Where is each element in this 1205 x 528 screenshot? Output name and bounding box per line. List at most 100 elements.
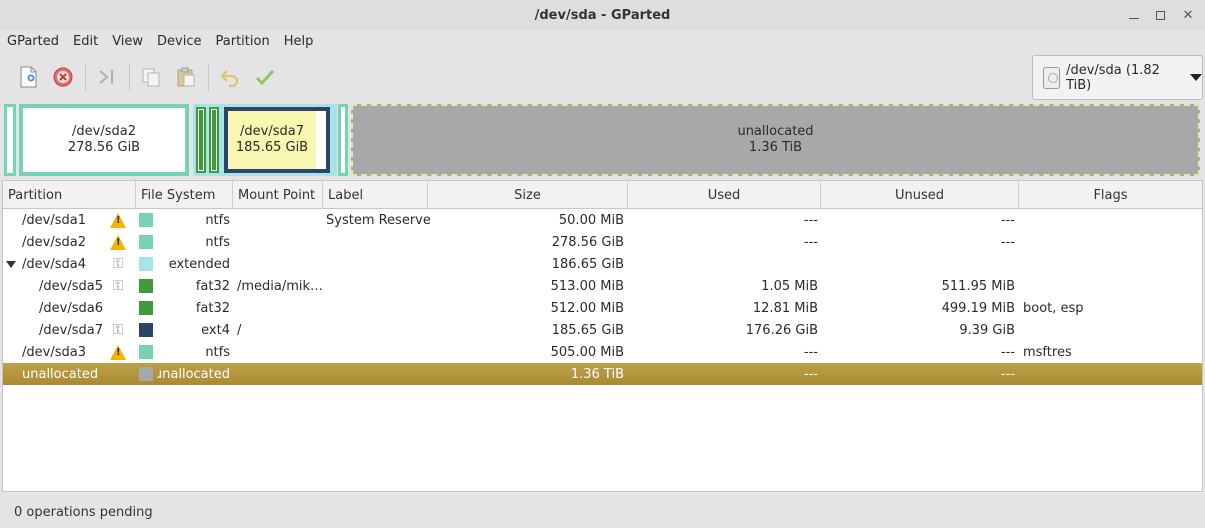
map-partition-sda5[interactable] — [196, 107, 206, 173]
table-row[interactable]: /dev/sda6 fat32 512.00 MiB 12.81 MiB 499.19 … — [3, 297, 1202, 319]
device-label: /dev/sda (1.82 TiB) — [1066, 62, 1160, 93]
filesystem: fat32 — [195, 278, 230, 294]
column-used[interactable]: Used — [628, 181, 821, 209]
menu-gparted[interactable]: GParted — [0, 34, 66, 49]
map-partition-extended[interactable]: /dev/sda7 185.65 GiB — [193, 104, 337, 176]
flags — [1023, 209, 1198, 231]
copy-icon — [142, 68, 160, 87]
paste-icon — [177, 67, 195, 87]
partition-name: /dev/sda2 — [22, 234, 86, 250]
column-unused[interactable]: Unused — [821, 181, 1019, 209]
new-button[interactable] — [12, 59, 44, 95]
column-size[interactable]: Size — [428, 181, 628, 209]
partition-name: unallocated — [22, 366, 99, 382]
close-button[interactable]: ✕ — [1175, 0, 1201, 30]
filesystem-color-swatch — [139, 363, 155, 385]
unused: --- — [1000, 344, 1015, 360]
menu-partition[interactable]: Partition — [209, 34, 277, 49]
table-row[interactable]: /dev/sda4 ⚿ extended 186.65 GiB — [3, 253, 1202, 275]
column-flags[interactable]: Flags — [1019, 181, 1202, 209]
size: 278.56 GiB — [551, 234, 624, 250]
table-header: Partition File System Mount Point Label … — [3, 181, 1202, 209]
menu-help[interactable]: Help — [277, 34, 321, 49]
table-row[interactable]: /dev/sda1 ntfs System Reserved 50.00 MiB ---… — [3, 209, 1202, 231]
size: 185.65 GiB — [551, 322, 624, 338]
map-unallocated[interactable]: unallocated 1.36 TiB — [351, 104, 1200, 176]
mount-point: /media/mik… — [237, 278, 322, 294]
chevron-down-icon — [6, 260, 16, 268]
color-swatch — [139, 323, 153, 337]
filesystem-color-swatch — [139, 275, 155, 297]
apply-button[interactable] — [249, 59, 281, 95]
resize-move-icon — [99, 70, 113, 84]
resize-move-button[interactable] — [91, 59, 123, 95]
toolbar-separator — [129, 63, 130, 91]
paste-button[interactable] — [170, 59, 202, 95]
map-partition-sda7[interactable]: /dev/sda7 185.65 GiB — [224, 107, 330, 173]
label — [326, 297, 430, 319]
filesystem-color-swatch — [139, 209, 155, 231]
color-swatch — [139, 301, 153, 315]
partition-map: /dev/sda2 278.56 GiB /dev/sda7 185.65 Gi… — [4, 104, 1201, 176]
mount-point — [237, 297, 322, 319]
label — [326, 275, 430, 297]
mount-point — [237, 209, 322, 231]
maximize-button[interactable] — [1147, 0, 1173, 30]
color-swatch — [139, 279, 153, 293]
delete-button[interactable] — [47, 59, 79, 95]
dropdown-arrow-icon — [1190, 74, 1202, 81]
column-partition[interactable]: Partition — [3, 181, 136, 209]
menu-view[interactable]: View — [105, 34, 150, 49]
apply-icon — [255, 69, 275, 86]
partition-table: Partition File System Mount Point Label … — [2, 180, 1203, 492]
unused: --- — [1000, 234, 1015, 250]
filesystem: ntfs — [205, 344, 230, 360]
column-mount-point[interactable]: Mount Point — [233, 181, 323, 209]
map-partition-sda1[interactable] — [4, 104, 16, 176]
used: 176.26 GiB — [745, 322, 818, 338]
partition-name: /dev/sda6 — [39, 300, 103, 316]
partition-name: /dev/sda1 — [22, 212, 86, 228]
mount-point — [237, 253, 322, 275]
filesystem: extended — [168, 256, 230, 272]
status-icon — [107, 209, 129, 231]
filesystem-color-swatch — [139, 341, 155, 363]
table-row[interactable]: /dev/sda7 ⚿ ext4 / 185.65 GiB 176.26 GiB 9.39 … — [3, 319, 1202, 341]
size: 1.36 TiB — [570, 366, 624, 382]
copy-button[interactable] — [135, 59, 167, 95]
table-row[interactable]: unallocated unallocated 1.36 TiB --- --- — [3, 363, 1202, 385]
map-partition-sda6[interactable] — [209, 107, 219, 173]
table-row[interactable]: /dev/sda2 ntfs 278.56 GiB --- --- — [3, 231, 1202, 253]
size: 186.65 GiB — [551, 256, 624, 272]
delete-icon — [53, 67, 73, 87]
label — [326, 253, 430, 275]
table-row[interactable]: /dev/sda3 ntfs 505.00 MiB --- --- msftres — [3, 341, 1202, 363]
mount-point — [237, 231, 322, 253]
status-icon — [107, 341, 129, 363]
column-label[interactable]: Label — [323, 181, 428, 209]
map-sda2-size: 278.56 GiB — [67, 140, 141, 155]
color-swatch — [139, 213, 153, 227]
column-file-system[interactable]: File System — [136, 181, 233, 209]
table-row[interactable]: /dev/sda5 ⚿ fat32/media/mik… 513.00 MiB 1.05… — [3, 275, 1202, 297]
color-swatch — [139, 257, 153, 271]
flags — [1023, 231, 1198, 253]
device-selector[interactable]: /dev/sda (1.82 TiB) — [1032, 55, 1203, 100]
label — [326, 231, 430, 253]
filesystem-color-swatch — [139, 253, 155, 275]
partition-name: /dev/sda7 — [39, 322, 103, 338]
key-icon: ⚿ — [112, 322, 124, 338]
map-partition-sda3[interactable] — [338, 104, 348, 176]
mount-point: / — [237, 322, 242, 338]
expander-toggle[interactable] — [6, 253, 18, 275]
menu-edit[interactable]: Edit — [66, 34, 105, 49]
undo-button[interactable] — [214, 59, 246, 95]
menu-device[interactable]: Device — [150, 34, 208, 49]
status-icon: ⚿ — [107, 275, 129, 297]
filesystem-color-swatch — [139, 319, 155, 341]
map-partition-sda2[interactable]: /dev/sda2 278.56 GiB — [19, 104, 189, 176]
mount-point — [237, 363, 322, 385]
used: --- — [803, 344, 818, 360]
minimize-button[interactable] — [1121, 0, 1147, 30]
size: 505.00 MiB — [550, 344, 624, 360]
